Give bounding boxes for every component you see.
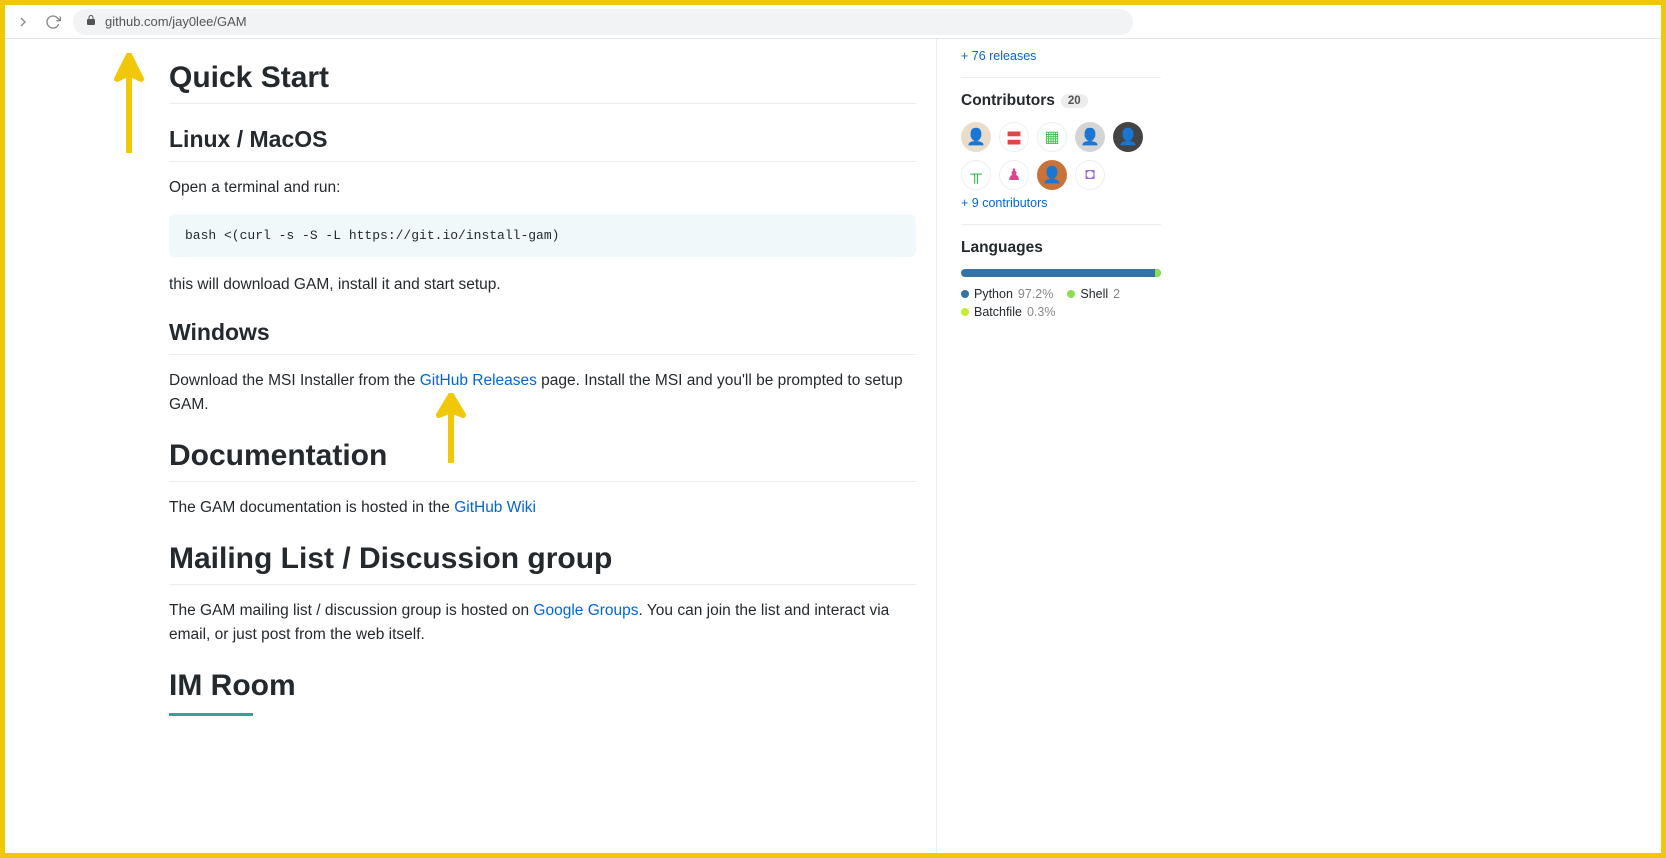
avatar[interactable]: 👤 <box>1075 122 1105 152</box>
heading-linux-macos: Linux / MacOS <box>169 126 916 162</box>
contributor-avatars: 👤 〓 ▦ 👤 👤 ╥ ♟ 👤 ◘ <box>961 122 1161 190</box>
languages-heading: Languages <box>961 239 1161 257</box>
repo-sidebar: + 76 releases Contributors 20 👤 〓 ▦ 👤 👤 … <box>961 39 1161 853</box>
url-text: github.com/jay0lee/GAM <box>105 14 247 29</box>
lock-icon <box>85 14 97 29</box>
page-content: Quick Start Linux / MacOS Open a termina… <box>5 39 1661 853</box>
forward-icon[interactable] <box>13 12 33 32</box>
reload-icon[interactable] <box>43 12 63 32</box>
language-item[interactable]: Shell 2 <box>1067 287 1120 301</box>
avatar[interactable]: ◘ <box>1075 160 1105 190</box>
avatar[interactable]: ╥ <box>961 160 991 190</box>
language-item[interactable]: Python 97.2% <box>961 287 1053 301</box>
readme: Quick Start Linux / MacOS Open a termina… <box>169 39 937 853</box>
text-open-terminal: Open a terminal and run: <box>169 176 916 200</box>
languages-list: Python 97.2% Shell 2 Batchfile 0.3% <box>961 287 1161 319</box>
avatar[interactable]: ♟ <box>999 160 1029 190</box>
text-windows: Download the MSI Installer from the GitH… <box>169 369 916 417</box>
text-after-install: this will download GAM, install it and s… <box>169 273 916 297</box>
avatar[interactable]: 〓 <box>999 122 1029 152</box>
browser-toolbar: github.com/jay0lee/GAM <box>5 5 1661 39</box>
link-github-releases[interactable]: GitHub Releases <box>420 372 537 389</box>
dot-icon <box>961 290 969 298</box>
heading-windows: Windows <box>169 319 916 355</box>
link-google-groups[interactable]: Google Groups <box>533 602 638 619</box>
code-install-command[interactable]: bash <(curl -s -S -L https://git.io/inst… <box>169 214 916 257</box>
heading-im-room: IM Room <box>169 669 916 711</box>
link-github-wiki[interactable]: GitHub Wiki <box>454 499 536 516</box>
im-room-badge <box>169 713 253 716</box>
avatar[interactable]: ▦ <box>1037 122 1067 152</box>
contributors-heading[interactable]: Contributors 20 <box>961 92 1161 110</box>
language-item[interactable]: Batchfile 0.3% <box>961 305 1055 319</box>
link-more-releases[interactable]: + 76 releases <box>961 49 1161 63</box>
text-documentation: The GAM documentation is hosted in the G… <box>169 496 916 520</box>
dot-icon <box>961 308 969 316</box>
dot-icon <box>1067 290 1075 298</box>
link-more-contributors[interactable]: + 9 contributors <box>961 196 1161 210</box>
languages-progress-bar <box>961 269 1161 277</box>
contributors-count: 20 <box>1061 94 1088 108</box>
heading-mailing-list: Mailing List / Discussion group <box>169 542 916 585</box>
heading-documentation: Documentation <box>169 439 916 482</box>
text-mailing: The GAM mailing list / discussion group … <box>169 599 916 647</box>
heading-quickstart: Quick Start <box>169 61 916 104</box>
avatar[interactable]: 👤 <box>1037 160 1067 190</box>
avatar[interactable]: 👤 <box>1113 122 1143 152</box>
address-bar[interactable]: github.com/jay0lee/GAM <box>73 9 1133 35</box>
avatar[interactable]: 👤 <box>961 122 991 152</box>
